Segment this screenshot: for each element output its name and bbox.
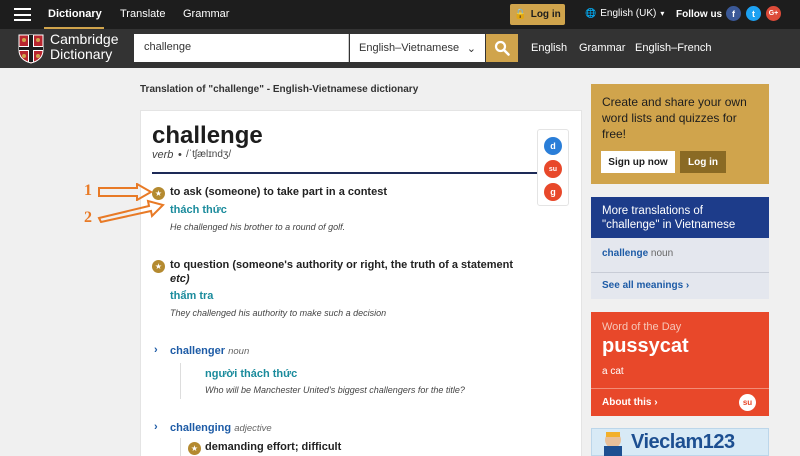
- star-icon: ★: [152, 260, 165, 273]
- follow-us-label: Follow us: [676, 9, 723, 20]
- nav-dictionary[interactable]: Dictionary: [48, 8, 102, 20]
- login-button[interactable]: 🔒 Log in: [510, 4, 565, 25]
- annotation-number-1: 1: [84, 182, 92, 199]
- language-selector[interactable]: 🌐 English (UK) ▾: [585, 8, 664, 19]
- wotd-word[interactable]: pussycat: [602, 335, 689, 358]
- dictionary-share-icon[interactable]: d: [544, 137, 562, 155]
- runon-divider: [180, 438, 181, 456]
- link-icon[interactable]: g: [544, 183, 562, 201]
- runon-word[interactable]: challenging adjective: [170, 422, 272, 434]
- example: Who will be Manchester United's biggest …: [205, 385, 465, 395]
- wotd-label: Word of the Day: [602, 321, 682, 333]
- nav-grammar[interactable]: Grammar: [183, 8, 229, 20]
- promo-text: Create and share your own word lists and…: [602, 95, 747, 141]
- mascot-icon: [604, 432, 622, 456]
- menu-icon[interactable]: [14, 8, 31, 21]
- ad-logo-text: Vieclam123: [631, 431, 735, 453]
- search-icon: [494, 40, 510, 56]
- star-icon: ★: [152, 187, 165, 200]
- divider: [591, 272, 769, 273]
- separator-bullet: •: [178, 149, 182, 161]
- see-all-meanings-link[interactable]: See all meanings ›: [602, 280, 689, 291]
- part-of-speech: verb: [152, 149, 174, 161]
- divider: [152, 172, 538, 174]
- pronunciation: /ˈtʃælɪndʒ/: [186, 149, 232, 160]
- more-translations-title: More translations of "challenge" in Viet…: [591, 197, 769, 238]
- chevron-down-icon: ▾: [660, 9, 665, 18]
- more-translation-link[interactable]: challenge noun: [602, 248, 673, 259]
- header-link-grammar[interactable]: Grammar: [579, 42, 625, 54]
- promo-login-button[interactable]: Log in: [680, 151, 726, 173]
- star-icon: ★: [188, 442, 201, 455]
- search-input[interactable]: challenge: [134, 34, 349, 62]
- header-link-english[interactable]: English: [531, 42, 567, 54]
- about-this-link[interactable]: About this ›: [602, 397, 658, 408]
- page-title: Translation of "challenge" - English-Vie…: [140, 84, 419, 95]
- googleplus-icon[interactable]: G+: [766, 6, 781, 21]
- signup-button[interactable]: Sign up now: [601, 151, 675, 173]
- definition: to question (someone's authority or righ…: [170, 259, 514, 271]
- runon-divider: [180, 363, 181, 399]
- logo-text[interactable]: Cambridge Dictionary: [50, 32, 118, 62]
- lock-icon: 🔒: [514, 9, 527, 20]
- translation: thách thức: [170, 204, 227, 216]
- runon-word[interactable]: challenger noun: [170, 345, 249, 357]
- header-link-english-french[interactable]: English–French: [635, 42, 711, 54]
- nav-translate[interactable]: Translate: [120, 8, 165, 20]
- translation: người thách thức: [205, 368, 298, 380]
- definition-continued: etc): [170, 273, 190, 285]
- search-button[interactable]: [486, 34, 518, 62]
- translation: thẩm tra: [170, 290, 214, 302]
- chevron-right-icon[interactable]: ›: [154, 421, 158, 433]
- definition: to ask (someone) to take part in a conte…: [170, 186, 387, 198]
- stumbleupon-icon[interactable]: su: [544, 160, 562, 178]
- definition: demanding effort; difficult: [205, 441, 342, 453]
- chevron-right-icon[interactable]: ›: [154, 344, 158, 356]
- entry-panel: [140, 110, 582, 456]
- chevron-down-icon: ⌄: [466, 42, 476, 55]
- annotation-number-2: 2: [84, 209, 92, 226]
- annotation-arrow-2: [97, 199, 165, 223]
- twitter-icon[interactable]: t: [746, 6, 761, 21]
- divider: [591, 388, 769, 389]
- cambridge-shield-icon[interactable]: [18, 34, 44, 64]
- facebook-icon[interactable]: f: [726, 6, 741, 21]
- wotd-definition: a cat: [602, 366, 624, 377]
- globe-icon: 🌐: [585, 8, 597, 18]
- dictionary-select[interactable]: English–Vietnamese ⌄: [350, 34, 485, 62]
- example: He challenged his brother to a round of …: [170, 222, 346, 232]
- example: They challenged his authority to make su…: [170, 308, 387, 318]
- headword: challenge: [152, 122, 263, 149]
- stumbleupon-icon[interactable]: su: [739, 394, 756, 411]
